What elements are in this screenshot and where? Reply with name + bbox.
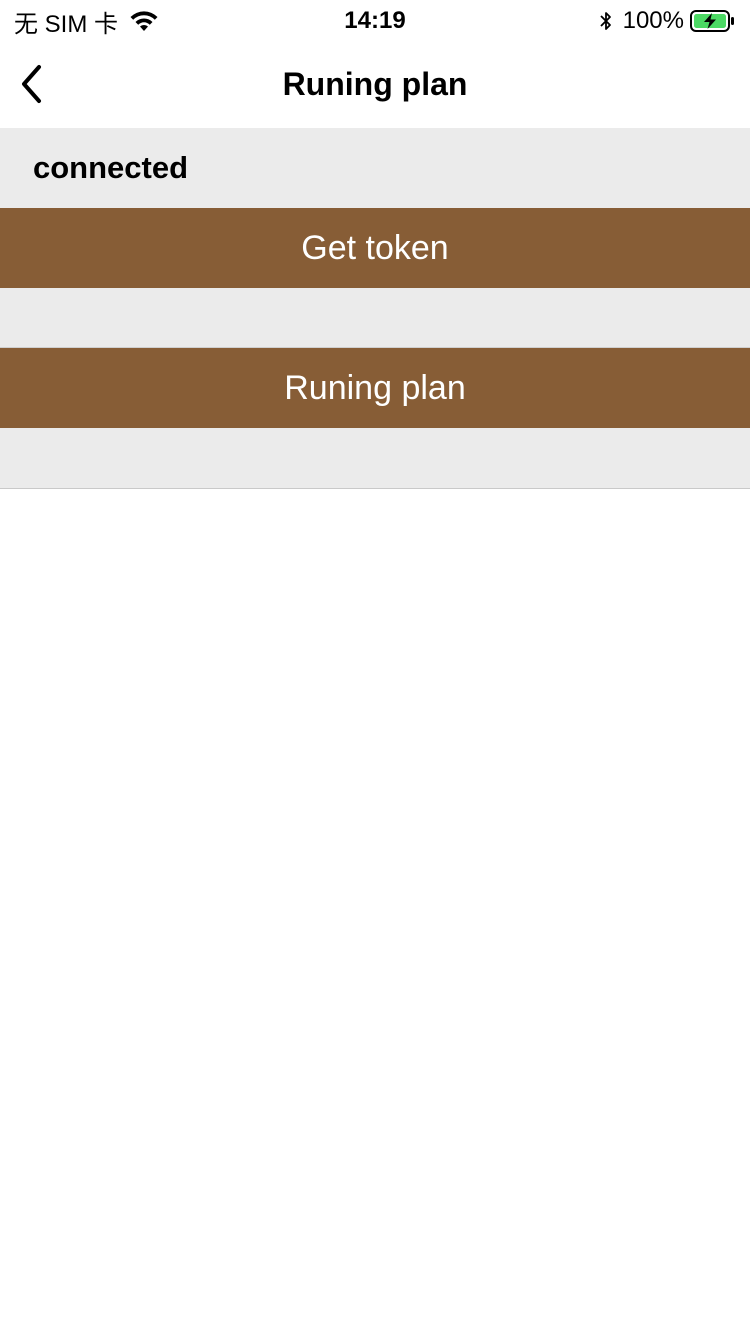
page-title: Runing plan: [282, 66, 468, 102]
bluetooth-icon: [599, 10, 613, 32]
status-bar: 无 SIM 卡 14:19 100%: [0, 0, 750, 40]
status-right: 100%: [599, 6, 736, 36]
connection-status-label: connected: [33, 150, 189, 185]
navigation-bar: Runing plan: [0, 40, 750, 128]
connection-status-row: connected: [0, 128, 750, 208]
section-spacer: [0, 288, 750, 348]
main-content: connected Get token Runing plan: [0, 128, 750, 489]
running-plan-button[interactable]: Runing plan: [0, 348, 750, 428]
battery-percent: 100%: [622, 7, 684, 34]
get-token-button[interactable]: Get token: [0, 208, 750, 288]
battery-charging-icon: [690, 9, 736, 33]
